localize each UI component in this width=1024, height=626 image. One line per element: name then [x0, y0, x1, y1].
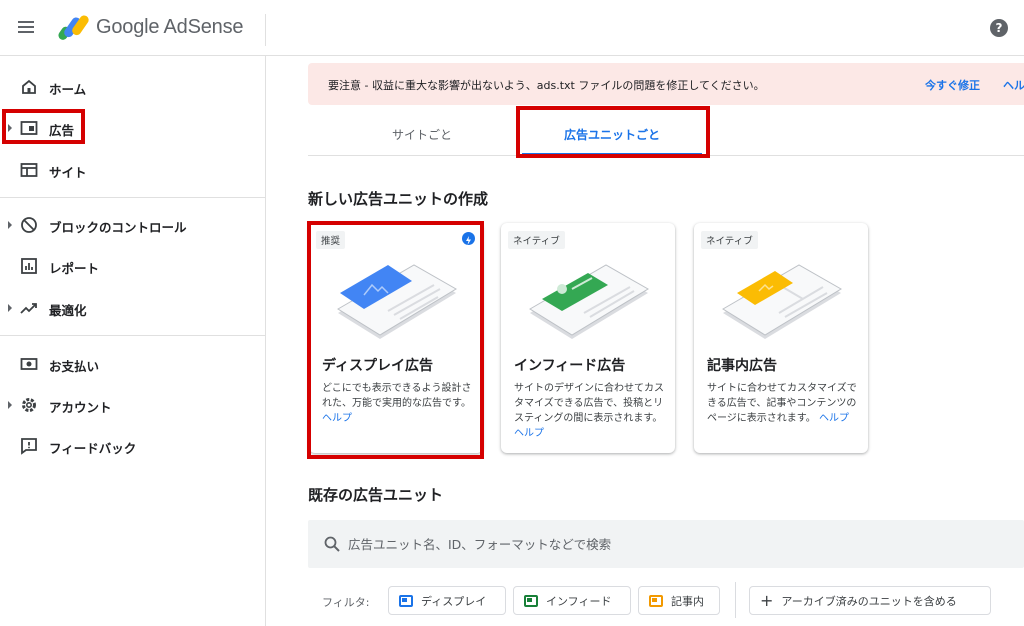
card-description: サイトに合わせてカスタマイズできる広告で、記事やコンテンツのページに表示されます…: [707, 383, 857, 424]
sidebar-item-home[interactable]: ホーム: [0, 70, 265, 104]
sidebar-item-label: アカウント: [49, 400, 112, 415]
sidebar-item-label: レポート: [49, 261, 100, 276]
home-icon: [22, 79, 36, 94]
highlight-display-card: [307, 221, 484, 459]
main-content: 要注意 - 収益に重大な影響が出ないよう、ads.txt ファイルの問題を修正し…: [266, 56, 1024, 626]
alert-banner: 要注意 - 収益に重大な影響が出ないよう、ads.txt ファイルの問題を修正し…: [308, 63, 1024, 105]
sidebar-item-label: フィードバック: [49, 441, 137, 456]
adsense-logo: [58, 15, 89, 40]
sidebar-item-label: ホーム: [49, 82, 87, 97]
gear-icon: [22, 398, 36, 412]
feedback-icon: [21, 438, 37, 455]
sidebar-item-account[interactable]: アカウント: [0, 388, 265, 422]
display-ad-icon: [399, 594, 413, 607]
help-icon[interactable]: ?: [990, 19, 1008, 37]
sidebar-divider: [0, 197, 265, 198]
filter-chip-infeed[interactable]: インフィード: [513, 586, 631, 615]
block-icon: [21, 217, 37, 233]
card-help-link[interactable]: ヘルプ: [819, 413, 849, 424]
infeed-ad-illustration: [529, 264, 649, 339]
menu-icon[interactable]: [18, 18, 40, 38]
sidebar-item-payments[interactable]: お支払い: [0, 347, 265, 381]
sidebar-item-block-controls[interactable]: ブロックのコントロール: [0, 208, 265, 242]
chip-divider: [735, 582, 736, 618]
search-bar: [308, 520, 1024, 568]
sidebar-item-reports[interactable]: レポート: [0, 249, 265, 283]
trend-icon: [20, 303, 37, 314]
fix-now-link[interactable]: 今すぐ修正: [925, 77, 980, 93]
sidebar: ホーム 広告 サイト ブロックのコントロール レポート 最適化 お支払い アカウ…: [0, 56, 266, 626]
site-icon: [20, 163, 38, 177]
native-badge: ネイティブ: [701, 231, 758, 249]
card-title: 記事内広告: [707, 358, 777, 374]
in-article-ad-illustration: [722, 264, 842, 339]
sidebar-item-feedback[interactable]: フィードバック: [0, 429, 265, 463]
infeed-ad-icon: [524, 594, 538, 607]
brand-name: Google AdSense: [96, 16, 244, 38]
sidebar-item-label: サイト: [49, 165, 87, 180]
payment-icon: [20, 358, 38, 370]
card-in-article-ad[interactable]: ネイティブ 記事内広告 サイトに合わせてカスタマイズできる広告で、記事やコンテン…: [694, 223, 868, 453]
card-title: インフィード広告: [514, 358, 626, 374]
chip-label: ディスプレイ: [421, 594, 487, 608]
plus-icon: +: [760, 591, 774, 610]
top-bar: Google AdSense ?: [0, 0, 1024, 56]
highlight-ads-menu: [2, 109, 85, 144]
sidebar-item-optimization[interactable]: 最適化: [0, 291, 265, 325]
caret-right-icon: [8, 221, 12, 229]
report-icon: [21, 258, 37, 274]
chip-label: アーカイブ済みのユニットを含める: [781, 594, 957, 608]
native-badge: ネイティブ: [508, 231, 565, 249]
filter-chip-display[interactable]: ディスプレイ: [388, 586, 506, 615]
filter-label: フィルタ:: [322, 596, 370, 609]
card-infeed-ad[interactable]: ネイティブ インフィード広告 サイトのデザインに合わせてカスタマイズできる広告で…: [501, 223, 675, 453]
sidebar-item-label: 最適化: [49, 303, 87, 318]
search-icon: [324, 536, 340, 552]
include-archived-chip[interactable]: + アーカイブ済みのユニットを含める: [749, 586, 991, 615]
card-description: サイトのデザインに合わせてカスタマイズできる広告で、投稿とリスティングの間に表示…: [514, 383, 664, 439]
tab-by-site[interactable]: サイトごと: [392, 126, 452, 143]
section-title-new-ad-unit: 新しい広告ユニットの作成: [308, 190, 489, 208]
filter-chip-in-article[interactable]: 記事内: [638, 586, 720, 615]
sidebar-item-label: ブロックのコントロール: [49, 220, 187, 235]
chip-label: 記事内: [671, 594, 704, 608]
sidebar-item-sites[interactable]: サイト: [0, 153, 265, 187]
alert-text: 要注意 - 収益に重大な影響が出ないよう、ads.txt ファイルの問題を修正し…: [328, 79, 765, 92]
sidebar-divider: [0, 335, 265, 336]
highlight-ad-unit-tab: [516, 106, 710, 158]
sidebar-item-label: お支払い: [49, 359, 100, 374]
section-title-existing-ad-units: 既存の広告ユニット: [308, 486, 444, 504]
caret-right-icon: [8, 401, 12, 409]
chip-label: インフィード: [546, 594, 612, 608]
alert-help-link[interactable]: ヘル: [1003, 77, 1024, 93]
card-help-link[interactable]: ヘルプ: [514, 428, 544, 439]
in-article-ad-icon: [649, 594, 663, 607]
caret-right-icon: [8, 304, 12, 312]
search-input[interactable]: [348, 532, 1008, 556]
header-divider: [265, 14, 266, 46]
